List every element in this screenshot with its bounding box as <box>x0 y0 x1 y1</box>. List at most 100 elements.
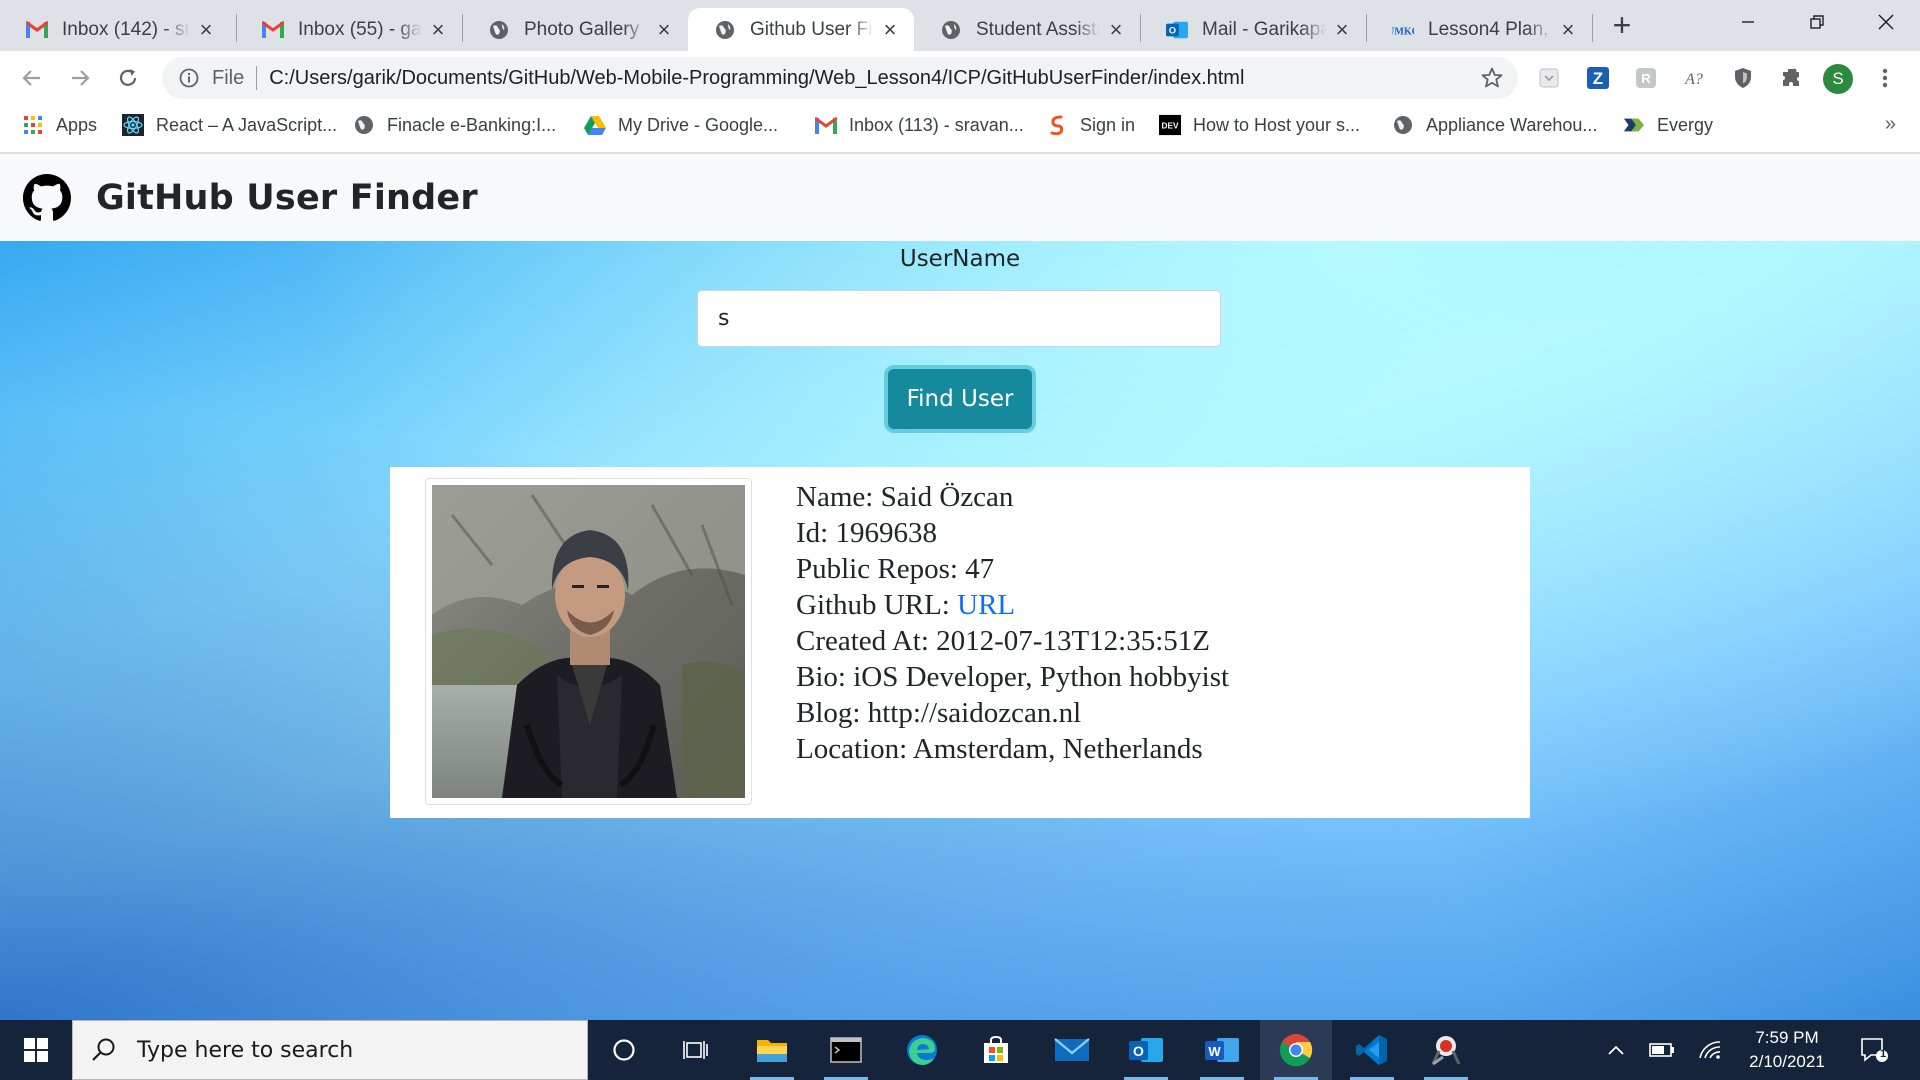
close-tab-icon[interactable]: × <box>1558 18 1578 40</box>
wifi-icon <box>1699 1041 1721 1059</box>
more-menu-icon[interactable] <box>1872 65 1898 91</box>
user-avatar <box>432 485 745 798</box>
action-center-button[interactable]: 1 <box>1846 1020 1902 1080</box>
close-tab-icon[interactable]: × <box>1106 18 1126 40</box>
close-tab-icon[interactable]: × <box>880 18 900 40</box>
bookmark-star-icon[interactable] <box>1480 66 1504 90</box>
wifi-button[interactable] <box>1688 1020 1732 1080</box>
tab-gmail-inbox-55[interactable]: Inbox (55) - gari × <box>236 8 462 51</box>
vscode-app-button[interactable] <box>1336 1020 1408 1080</box>
gmail-icon <box>26 19 48 41</box>
address-bar[interactable]: File C:/Users/garik/Documents/GitHub/Web… <box>162 57 1518 99</box>
outlook-icon: O <box>1166 19 1188 41</box>
extension-grammar-icon[interactable]: R <box>1633 65 1659 91</box>
username-input[interactable]: s <box>697 290 1221 347</box>
taskbar-search-box[interactable]: Type here to search <box>72 1020 588 1080</box>
word-app-button[interactable]: W <box>1186 1020 1258 1080</box>
folder-icon <box>757 1040 787 1062</box>
extensions-puzzle-icon[interactable] <box>1778 65 1804 91</box>
reload-button[interactable] <box>110 60 146 96</box>
user-repos-row: Public Repos: 47 <box>796 551 1229 587</box>
bookmark-appliance-warehouse[interactable]: Appliance Warehou... <box>1392 105 1597 145</box>
search-section: UserName s Find User Name: Said Özcan Id… <box>0 241 1920 1020</box>
user-blog: http://saidozcan.nl <box>867 697 1082 729</box>
chrome-app-button[interactable] <box>1260 1020 1332 1080</box>
username-label: UserName <box>899 246 1021 272</box>
tab-gmail-inbox-142[interactable]: Inbox (142) - sra × <box>0 8 230 51</box>
tab-title: Inbox (142) - sra <box>62 18 190 40</box>
arrow-right-icon <box>72 70 90 86</box>
web-page: GitHub User Finder UserName s Find User <box>0 154 1920 1020</box>
taskbar-clock[interactable]: 7:59 PM 2/10/2021 <box>1732 1026 1842 1074</box>
svg-text:O: O <box>1133 1043 1144 1059</box>
tab-lesson4-plan[interactable]: UMKC Lesson4 Plan, Pr × <box>1366 8 1592 51</box>
tab-outlook-mail[interactable]: O Mail - Garikapati × <box>1140 8 1366 51</box>
bookmark-react[interactable]: React – A JavaScript... <box>122 105 337 145</box>
github-url-link[interactable]: URL <box>957 589 1015 621</box>
tab-github-user-finder[interactable]: Github User Finde × <box>688 8 914 51</box>
minimize-button[interactable] <box>1713 0 1782 44</box>
bookmark-evergy[interactable]: Evergy <box>1623 105 1713 145</box>
svg-text:W: W <box>1208 1044 1221 1059</box>
close-tab-icon[interactable]: × <box>654 18 674 40</box>
bookmark-label: React – A JavaScript... <box>156 114 338 135</box>
show-hidden-icons-button[interactable] <box>1596 1020 1636 1080</box>
user-blog-row: Blog: http://saidozcan.nl <box>796 695 1229 731</box>
bookmarks-overflow-button[interactable]: » <box>1885 113 1896 136</box>
svg-text:Z: Z <box>1593 69 1603 88</box>
microsoft-store-button[interactable] <box>960 1020 1032 1080</box>
gmail-icon <box>262 19 284 41</box>
user-location: Amsterdam, Netherlands <box>912 733 1203 765</box>
battery-button[interactable] <box>1640 1020 1684 1080</box>
search-placeholder: Type here to search <box>137 1037 354 1063</box>
app-brand-title[interactable]: GitHub User Finder <box>96 178 478 218</box>
github-logo-icon[interactable] <box>23 173 71 222</box>
profile-avatar[interactable]: S <box>1823 64 1853 94</box>
extension-zotero-icon[interactable]: Z <box>1585 65 1611 91</box>
windows-taskbar: Type here to search O W 7:59 PM 2/10/202… <box>0 1020 1920 1080</box>
bookmark-dev[interactable]: DEV How to Host your s... <box>1159 105 1360 145</box>
bookmark-apps[interactable]: Apps <box>22 105 97 145</box>
tab-title: Mail - Garikapati <box>1202 18 1326 40</box>
url-label: Github URL: <box>796 589 958 621</box>
mail-envelope-icon <box>1054 1038 1090 1061</box>
back-button[interactable] <box>14 60 50 96</box>
restore-button[interactable] <box>1782 0 1851 44</box>
tab-student-assistant[interactable]: Student Assistan × <box>914 8 1140 51</box>
svg-text:UMKC: UMKC <box>1392 26 1414 37</box>
new-tab-button[interactable]: + <box>1604 8 1640 44</box>
outlook-app-button[interactable]: O <box>1110 1020 1182 1080</box>
bookmark-label: My Drive - Google... <box>618 114 779 135</box>
snipping-tool-button[interactable] <box>1410 1020 1482 1080</box>
terminal-icon <box>830 1037 862 1063</box>
bookmark-gmail-inbox[interactable]: Inbox (113) - sravan... <box>815 105 1024 145</box>
close-tab-icon[interactable]: × <box>196 18 216 40</box>
close-window-button[interactable] <box>1851 0 1920 44</box>
file-explorer-button[interactable] <box>736 1020 808 1080</box>
extension-adobe-icon[interactable]: A? <box>1681 65 1707 91</box>
find-user-button[interactable]: Find User <box>888 369 1032 429</box>
tab-photo-gallery[interactable]: Photo Gallery × <box>462 8 688 51</box>
start-button[interactable] <box>0 1020 72 1080</box>
bookmark-label: Finacle e-Banking:I... <box>387 114 557 135</box>
cortana-button[interactable] <box>588 1020 660 1080</box>
bookmark-google-drive[interactable]: My Drive - Google... <box>584 105 778 145</box>
terminal-button[interactable] <box>810 1020 882 1080</box>
bookmark-finacle[interactable]: Finacle e-Banking:I... <box>353 105 556 145</box>
task-view-button[interactable] <box>660 1020 732 1080</box>
mail-app-button[interactable] <box>1036 1020 1108 1080</box>
close-icon <box>1877 14 1894 30</box>
address-url[interactable]: C:/Users/garik/Documents/GitHub/Web-Mobi… <box>269 67 1244 90</box>
info-icon[interactable] <box>178 67 200 89</box>
svg-text:R: R <box>1641 71 1651 86</box>
bookmark-sign-in[interactable]: Sign in <box>1046 105 1135 145</box>
react-icon <box>122 114 144 136</box>
forward-button[interactable] <box>62 60 98 96</box>
bookmark-label: Inbox (113) - sravan... <box>849 114 1024 135</box>
edge-browser-button[interactable] <box>886 1020 958 1080</box>
outlook-icon: O <box>1129 1038 1163 1062</box>
extension-shield-icon[interactable] <box>1730 65 1756 91</box>
close-tab-icon[interactable]: × <box>428 18 448 40</box>
close-tab-icon[interactable]: × <box>1332 18 1352 40</box>
extension-pocket-icon[interactable] <box>1536 65 1562 91</box>
